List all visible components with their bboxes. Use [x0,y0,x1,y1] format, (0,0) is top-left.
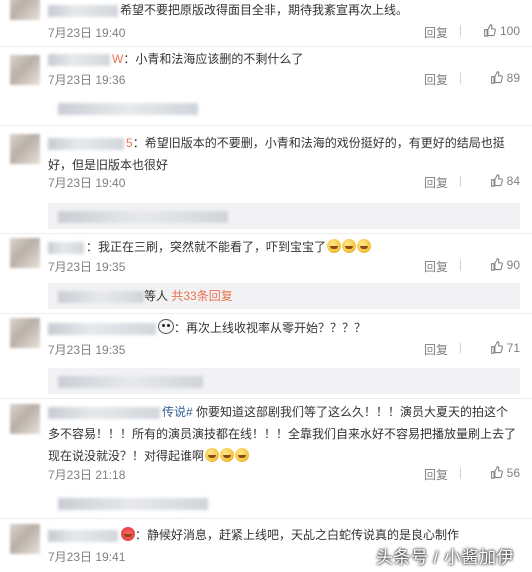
avatar[interactable] [10,134,40,164]
like-button[interactable]: 84 [470,174,520,188]
avatar[interactable] [10,55,40,85]
timestamp: 7月23日 19:35 [48,260,126,274]
thumbs-up-icon [484,24,496,37]
timestamp: 7月23日 19:35 [48,343,126,357]
divider-bar: | [458,70,462,84]
timestamp: 7月23日 19:40 [48,26,126,40]
like-count: 56 [506,466,520,480]
reply-button[interactable]: 回复 [424,258,448,275]
thumbs-up-icon [490,341,503,354]
username-blurred[interactable] [48,406,160,419]
username-blurred[interactable] [48,4,118,17]
like-count: 71 [506,341,520,355]
divider [0,313,532,314]
avatar[interactable] [10,0,40,20]
divider-bar: | [458,173,462,187]
crying-emoji-icon [205,448,220,462]
comment-text: ：再次上线收视率从零开始？？？？ [174,321,367,335]
comment-meta: 7月23日 19:40 回复 | 84 [48,173,520,192]
divider-bar: | [458,23,462,37]
divider [0,233,532,234]
reply-button[interactable]: 回复 [424,466,448,483]
thumbs-up-icon [490,466,503,479]
thumbs-up-icon [490,174,503,187]
reply-button[interactable]: 回复 [424,71,448,88]
comment-text: ：静候好消息，赶紧上线吧，天乩之白蛇传说真的是良心制作 [135,528,460,542]
timestamp: 7月23日 21:18 [48,468,126,482]
divider-bar: | [458,340,462,354]
reply-button[interactable]: 回复 [424,174,448,191]
like-count: 90 [506,258,520,272]
like-count: 89 [506,71,520,85]
comment-meta: 7月23日 19:40 回复 | 100 [48,23,520,42]
like-count: 100 [499,24,520,38]
divider [0,46,532,47]
username-blurred[interactable] [48,241,84,254]
sub-reply-users-suffix: 等人 [144,289,169,303]
like-button[interactable]: 100 [470,24,520,38]
like-count: 84 [506,174,520,188]
laughing-tears-emoji-icon [327,239,342,253]
like-button[interactable]: 90 [470,258,520,272]
avatar[interactable] [10,404,40,434]
thumbs-up-icon [490,258,503,271]
comment-meta: 7月23日 19:35 回复 | 90 [48,257,520,276]
thumbs-up-icon [490,71,503,84]
laughing-tears-emoji-icon [357,239,372,253]
like-button[interactable]: 89 [470,71,520,85]
comment-meta: 7月23日 19:35 回复 | 71 [48,340,520,359]
like-button[interactable]: 56 [470,466,520,480]
timestamp: 7月23日 19:41 [48,550,126,564]
divider [0,125,532,126]
avatar[interactable] [10,238,40,268]
sub-reply-preview-blurred[interactable] [48,490,520,512]
username-blurred[interactable] [48,529,118,542]
reply-button[interactable]: 回复 [424,24,448,41]
username-blurred[interactable] [48,53,110,66]
reply-button[interactable]: 回复 [424,341,448,358]
view-all-replies-link[interactable]: 共33条回复 [171,289,232,303]
avatar[interactable] [10,318,40,348]
username-blurred[interactable] [48,322,156,335]
divider [0,518,532,519]
laughing-tears-emoji-icon [342,239,357,253]
sub-reply-preview-blurred[interactable] [48,368,520,394]
comment-text: 希望不要把原版改得面目全非，期待我紊宣再次上线。 [120,3,409,17]
watermark-text: 头条号 / 小酱加伊 [375,548,514,567]
topic-hashtag-link[interactable]: 传说# [162,405,193,419]
username-suffix[interactable]: 5 [126,136,133,150]
crying-emoji-icon [220,448,235,462]
sub-reply-summary[interactable]: 等人 共33条回复 [48,283,520,309]
divider [0,398,532,399]
comment-meta: 7月23日 19:36 回复 | 89 [48,70,520,89]
like-button[interactable]: 71 [470,341,520,355]
avatar[interactable] [10,524,40,554]
comment-text: ：我正在三刷，突然就不能看了，吓到宝宝了 [86,240,327,254]
divider-bar: | [458,465,462,479]
panda-emoji-icon [158,319,174,334]
sub-reply-preview-blurred[interactable] [48,95,520,121]
comment-meta: 7月23日 21:18 回复 | 56 [48,465,520,484]
comment-text: ：小青和法海应该删的不剩什么了 [123,52,304,66]
heart-emoji-icon [121,527,135,541]
username-blurred[interactable] [48,137,124,150]
username-suffix[interactable]: W [112,52,123,66]
sub-reply-preview-blurred[interactable] [48,203,520,229]
crying-emoji-icon [235,448,250,462]
divider-bar: | [458,257,462,271]
timestamp: 7月23日 19:40 [48,176,126,190]
timestamp: 7月23日 19:36 [48,73,126,87]
